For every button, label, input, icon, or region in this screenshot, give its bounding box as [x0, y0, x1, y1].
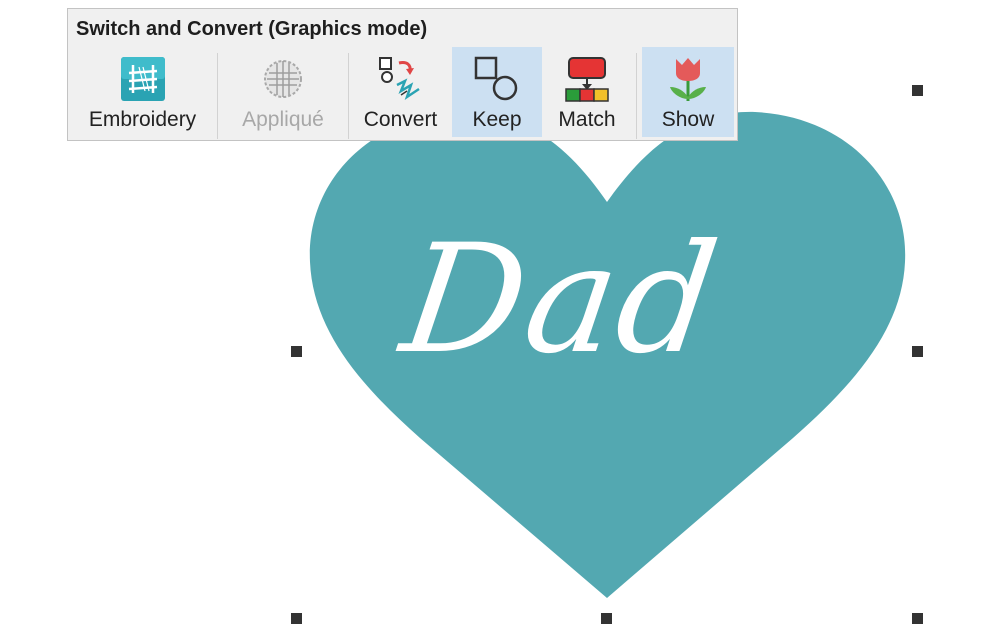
embroidery-button[interactable]: Embroidery: [76, 47, 209, 137]
toolbar-separator: [348, 53, 349, 139]
show-flower-icon: [670, 58, 706, 101]
keep-label: Keep: [472, 108, 522, 131]
show-label: Show: [661, 108, 715, 131]
match-button[interactable]: Match: [543, 47, 631, 137]
selection-handle-top-right[interactable]: [912, 85, 923, 96]
selection-handle-bottom-right[interactable]: [912, 613, 923, 624]
toolbar-separator: [636, 53, 637, 139]
convert-label: Convert: [363, 108, 438, 131]
embroidery-label: Embroidery: [88, 108, 197, 131]
toolbar-title: Switch and Convert (Graphics mode): [76, 18, 428, 40]
keep-button[interactable]: Keep: [452, 47, 542, 137]
selection-handle-bottom-left[interactable]: [291, 613, 302, 624]
selection-handle-middle-left[interactable]: [291, 346, 302, 357]
embroidery-icon: [120, 57, 165, 101]
convert-button[interactable]: Convert: [353, 47, 448, 137]
applique-label: Appliqué: [242, 108, 324, 131]
switch-convert-toolbar: Switch and Convert (Graphics mode) Embro…: [67, 8, 738, 141]
applique-icon: [264, 60, 302, 98]
selection-handle-middle-right[interactable]: [912, 346, 923, 357]
toolbar-separator: [217, 53, 218, 139]
show-button[interactable]: Show: [642, 47, 734, 137]
keep-shapes-icon: [474, 56, 518, 101]
applique-button[interactable]: Appliqué: [223, 47, 343, 137]
match-colors-icon: [565, 57, 609, 102]
convert-icon: [378, 57, 420, 101]
selection-handle-bottom-center[interactable]: [601, 613, 612, 624]
match-label: Match: [558, 108, 616, 131]
dad-lettering: Dad: [392, 213, 729, 387]
